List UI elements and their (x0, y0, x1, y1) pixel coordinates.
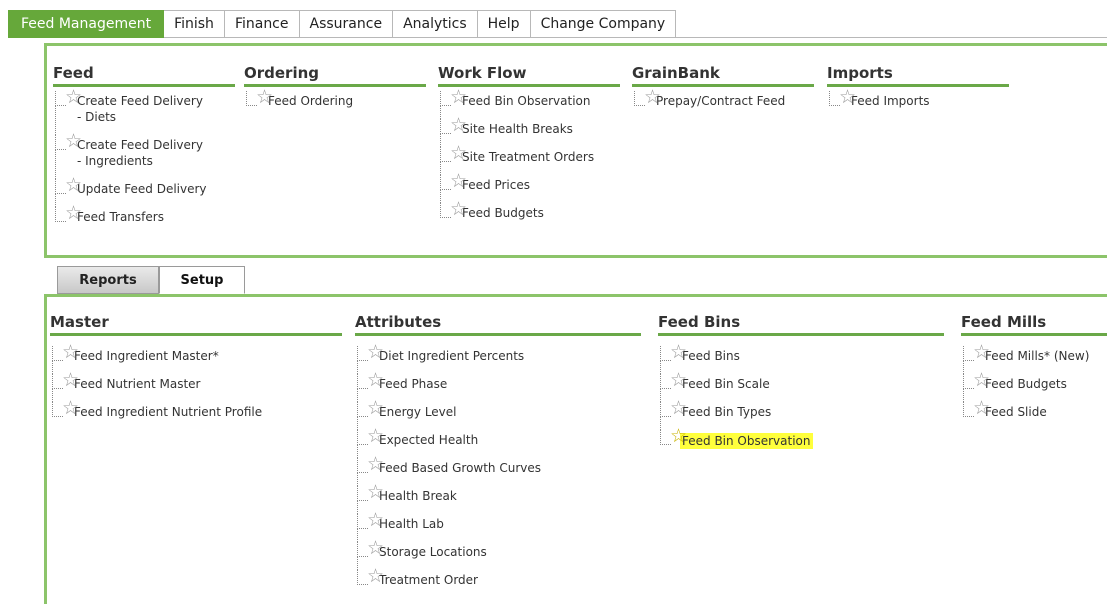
nav-tab-feed-management[interactable]: Feed Management (8, 10, 165, 38)
star-outline-icon[interactable]: ☆ (644, 87, 661, 107)
star-outline-icon[interactable]: ☆ (367, 510, 384, 530)
menu-item-feed-bins[interactable]: ☆ Feed Bins (658, 342, 944, 374)
menu-item-feed-budgets[interactable]: ☆ Feed Budgets (438, 199, 620, 231)
nav-tab-assurance[interactable]: Assurance (299, 10, 394, 38)
star-outline-icon[interactable]: ☆ (62, 370, 79, 390)
menu-item-energy-level[interactable]: ☆ Energy Level (355, 398, 641, 430)
ordering-header: Ordering (244, 64, 426, 87)
tab-setup[interactable]: Setup (159, 266, 245, 294)
feed-menu-panel: Feed ☆ Create Feed Delivery - Diets ☆ Cr… (44, 43, 1107, 258)
menu-item-create-feed-delivery-diets[interactable]: ☆ Create Feed Delivery - Diets (53, 87, 235, 135)
feed-column: Feed ☆ Create Feed Delivery - Diets ☆ Cr… (53, 64, 235, 235)
nav-rule (676, 10, 1107, 38)
nav-tab-finance[interactable]: Finance (224, 10, 300, 38)
menu-item-treatment-order[interactable]: ☆ Treatment Order (355, 566, 641, 598)
star-outline-icon[interactable]: ☆ (65, 175, 82, 195)
tab-reports[interactable]: Reports (57, 266, 159, 294)
star-outline-icon[interactable]: ☆ (367, 454, 384, 474)
attributes-header: Attributes (355, 313, 641, 336)
menu-item-feed-bin-observation-highlighted[interactable]: ☆ Feed Bin Observation (658, 426, 944, 458)
workflow-header: Work Flow (438, 64, 620, 87)
setup-panel: Master ☆ Feed Ingredient Master* ☆ Feed … (44, 294, 1107, 604)
star-outline-icon[interactable]: ☆ (367, 426, 384, 446)
star-outline-icon[interactable]: ☆ (367, 342, 384, 362)
star-outline-icon[interactable]: ☆ (973, 398, 990, 418)
star-outline-icon[interactable]: ☆ (450, 87, 467, 107)
star-outline-icon[interactable]: ☆ (62, 398, 79, 418)
star-outline-icon[interactable]: ☆ (839, 87, 856, 107)
menu-item-feed-ingredient-master[interactable]: ☆ Feed Ingredient Master* (50, 342, 342, 374)
star-outline-icon[interactable]: ☆ (65, 87, 82, 107)
menu-item-prepay-contract-feed[interactable]: ☆ Prepay/Contract Feed (632, 87, 814, 119)
star-outline-icon[interactable]: ☆ (367, 482, 384, 502)
feed-header: Feed (53, 64, 235, 87)
star-outline-icon[interactable]: ☆ (256, 87, 273, 107)
menu-item-expected-health[interactable]: ☆ Expected Health (355, 426, 641, 458)
menu-item-feed-bin-scale[interactable]: ☆ Feed Bin Scale (658, 370, 944, 402)
star-outline-icon[interactable]: ☆ (367, 538, 384, 558)
sub-tabs: Reports Setup (57, 266, 245, 294)
nav-tab-help[interactable]: Help (477, 10, 531, 38)
menu-item-feed-based-growth-curves[interactable]: ☆ Feed Based Growth Curves (355, 454, 641, 486)
star-outline-icon[interactable]: ☆ (367, 370, 384, 390)
menu-item-diet-ingredient-percents[interactable]: ☆ Diet Ingredient Percents (355, 342, 641, 374)
star-outline-icon[interactable]: ☆ (670, 398, 687, 418)
star-outline-icon[interactable]: ☆ (62, 342, 79, 362)
star-outline-icon[interactable]: ☆ (670, 342, 687, 362)
star-outline-icon[interactable]: ☆ (670, 370, 687, 390)
feed-bins-header: Feed Bins (658, 313, 944, 336)
star-outline-icon[interactable]: ☆ (450, 171, 467, 191)
master-header: Master (50, 313, 342, 336)
star-outline-icon[interactable]: ☆ (450, 143, 467, 163)
ordering-column: Ordering ☆ Feed Ordering (244, 64, 426, 119)
nav-tab-analytics[interactable]: Analytics (393, 10, 478, 38)
menu-item-health-lab[interactable]: ☆ Health Lab (355, 510, 641, 542)
top-nav: Feed Management Finish Finance Assurance… (8, 10, 1107, 38)
star-outline-icon[interactable]: ☆ (65, 131, 82, 151)
menu-item-feed-phase[interactable]: ☆ Feed Phase (355, 370, 641, 402)
menu-item-feed-ingredient-nutrient-profile[interactable]: ☆ Feed Ingredient Nutrient Profile (50, 398, 342, 430)
feed-bins-column: Feed Bins ☆ Feed Bins ☆ Feed Bin Scale ☆… (658, 313, 944, 458)
menu-item-storage-locations[interactable]: ☆ Storage Locations (355, 538, 641, 570)
star-outline-icon[interactable]: ☆ (973, 342, 990, 362)
menu-item-feed-imports[interactable]: ☆ Feed Imports (827, 87, 1009, 119)
feed-mills-column: Feed Mills ☆ Feed Mills* (New) ☆ Feed Bu… (961, 313, 1107, 430)
star-outline-icon[interactable]: ☆ (65, 203, 82, 223)
attributes-column: Attributes ☆ Diet Ingredient Percents ☆ … (355, 313, 641, 598)
menu-item-feed-slide[interactable]: ☆ Feed Slide (961, 398, 1107, 430)
star-outline-icon[interactable]: ☆ (450, 115, 467, 135)
star-outline-icon[interactable]: ☆ (450, 199, 467, 219)
nav-tab-change-company[interactable]: Change Company (530, 10, 677, 38)
menu-item-feed-bin-types[interactable]: ☆ Feed Bin Types (658, 398, 944, 430)
menu-item-feed-ordering[interactable]: ☆ Feed Ordering (244, 87, 426, 119)
menu-item-feed-transfers[interactable]: ☆ Feed Transfers (53, 203, 235, 235)
menu-item-feed-nutrient-master[interactable]: ☆ Feed Nutrient Master (50, 370, 342, 402)
imports-column: Imports ☆ Feed Imports (827, 64, 1009, 119)
workflow-column: Work Flow ☆ Feed Bin Observation ☆ Site … (438, 64, 620, 231)
star-outline-icon[interactable]: ☆ (367, 566, 384, 586)
grainbank-header: GrainBank (632, 64, 814, 87)
imports-header: Imports (827, 64, 1009, 87)
nav-tab-finish[interactable]: Finish (164, 10, 225, 38)
menu-item-health-break[interactable]: ☆ Health Break (355, 482, 641, 514)
grainbank-column: GrainBank ☆ Prepay/Contract Feed (632, 64, 814, 119)
star-outline-icon[interactable]: ☆ (670, 426, 687, 446)
star-outline-icon[interactable]: ☆ (367, 398, 384, 418)
menu-item-create-feed-delivery-ingredients[interactable]: ☆ Create Feed Delivery - Ingredients (53, 131, 235, 179)
feed-mills-header: Feed Mills (961, 313, 1107, 336)
star-outline-icon[interactable]: ☆ (973, 370, 990, 390)
master-column: Master ☆ Feed Ingredient Master* ☆ Feed … (50, 313, 342, 430)
